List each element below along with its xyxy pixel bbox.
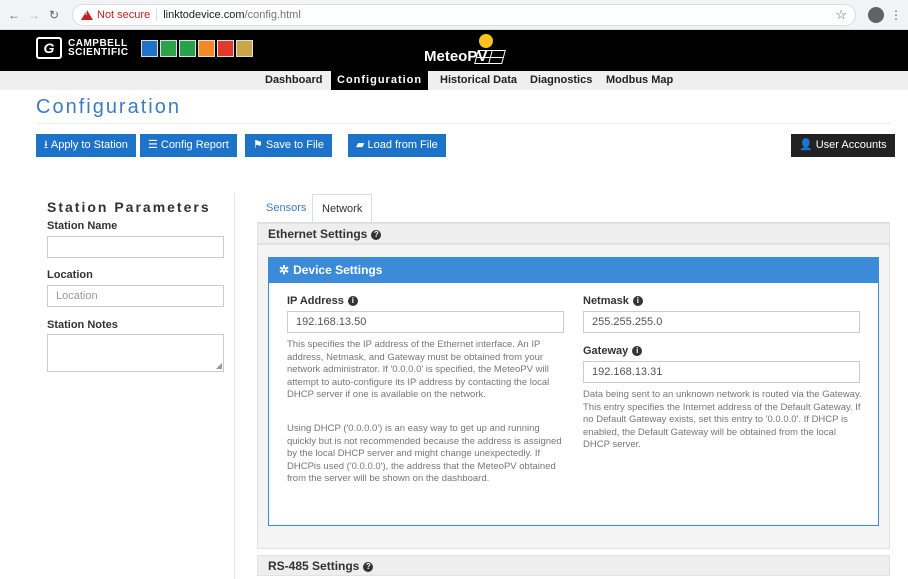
nav-tab-modbus-map[interactable]: Modbus Map bbox=[600, 71, 679, 90]
product-icon-6 bbox=[235, 39, 253, 57]
product-icon-4 bbox=[197, 39, 215, 57]
location-input[interactable]: Location bbox=[47, 285, 224, 307]
divider bbox=[36, 123, 891, 124]
main-nav: Dashboard Configuration Historical Data … bbox=[0, 71, 908, 90]
tab-sensors[interactable]: Sensors bbox=[257, 194, 315, 222]
security-label: Not secure bbox=[97, 8, 151, 21]
warning-icon bbox=[81, 9, 93, 20]
address-bar[interactable]: Not secure linktodevice.com/config.html … bbox=[72, 3, 856, 26]
product-icon-1 bbox=[140, 39, 158, 57]
apply-to-station-button[interactable]: ⭳ Apply to Station bbox=[36, 134, 136, 157]
folder-open-icon: ▰ bbox=[356, 139, 365, 151]
help-icon[interactable]: ? bbox=[363, 561, 374, 572]
campbell-scientific-logo: G CAMPBELL SCIENTIFIC bbox=[36, 37, 253, 59]
user-icon: 👤 bbox=[799, 139, 813, 151]
tab-network[interactable]: Network bbox=[312, 194, 373, 223]
url-text: linktodevice.com/config.html bbox=[163, 8, 301, 21]
nav-tab-dashboard[interactable]: Dashboard bbox=[259, 71, 328, 90]
ip-address-input[interactable]: 192.168.13.50 bbox=[287, 311, 564, 333]
help-icon[interactable]: i bbox=[347, 296, 358, 307]
product-icon-5 bbox=[216, 39, 234, 57]
gear-icon: ✲ bbox=[279, 263, 290, 277]
gateway-label: Gateway i bbox=[583, 345, 643, 357]
location-label: Location bbox=[47, 269, 93, 281]
nav-tab-diagnostics[interactable]: Diagnostics bbox=[524, 71, 598, 90]
download-icon: ⭳ bbox=[44, 139, 48, 151]
back-icon[interactable]: ← bbox=[6, 8, 22, 22]
forward-icon[interactable]: → bbox=[26, 8, 42, 22]
nav-tab-historical-data[interactable]: Historical Data bbox=[434, 71, 523, 90]
save-icon: ⚑ bbox=[253, 139, 263, 151]
device-settings-header: ✲ Device Settings bbox=[269, 258, 878, 283]
station-name-label: Station Name bbox=[47, 220, 118, 232]
station-notes-label: Station Notes bbox=[47, 319, 118, 331]
sun-icon bbox=[479, 34, 493, 48]
user-accounts-button[interactable]: 👤 User Accounts bbox=[791, 134, 895, 157]
gateway-help: Data being sent to an unknown network is… bbox=[583, 389, 862, 450]
page-title: Configuration bbox=[36, 96, 181, 118]
reload-icon[interactable]: ↻ bbox=[46, 8, 62, 22]
profile-icon[interactable] bbox=[868, 6, 884, 23]
nav-tab-configuration[interactable]: Configuration bbox=[331, 71, 429, 90]
list-icon: ☰ bbox=[148, 139, 158, 151]
station-notes-textarea[interactable]: ◢ bbox=[47, 334, 224, 372]
product-icon-3 bbox=[178, 39, 196, 57]
product-logo-text: MeteoPV bbox=[424, 48, 488, 65]
ip-address-help-2: Using DHCP ('0.0.0.0') is an easy way to… bbox=[287, 423, 562, 484]
ip-address-help-1: This specifies the IP address of the Eth… bbox=[287, 339, 550, 400]
product-icons bbox=[140, 39, 253, 57]
ip-address-label: IP Address i bbox=[287, 295, 358, 307]
load-from-file-button[interactable]: ▰ Load from File bbox=[348, 134, 446, 157]
resize-handle-icon[interactable]: ◢ bbox=[216, 361, 222, 370]
company-name: CAMPBELL SCIENTIFIC bbox=[68, 38, 129, 58]
product-icon-2 bbox=[159, 39, 177, 57]
help-icon[interactable]: i bbox=[632, 346, 643, 357]
station-parameters-title: Station Parameters bbox=[47, 199, 211, 215]
rs485-settings-header[interactable]: RS-485 Settings? bbox=[257, 555, 890, 576]
security-indicator[interactable]: Not secure bbox=[81, 8, 158, 21]
browser-toolbar: ← → ↻ Not secure linktodevice.com/config… bbox=[0, 0, 908, 30]
netmask-label: Netmask i bbox=[583, 295, 643, 307]
bookmark-star-icon[interactable]: ☆ bbox=[835, 7, 847, 23]
app-header: G CAMPBELL SCIENTIFIC MeteoPV bbox=[0, 30, 908, 71]
config-report-button[interactable]: ☰ Config Report bbox=[140, 134, 237, 157]
station-name-input[interactable] bbox=[47, 236, 224, 258]
gateway-input[interactable]: 192.168.13.31 bbox=[583, 361, 860, 383]
cs-logo-mark: G bbox=[36, 37, 62, 59]
browser-menu-icon[interactable]: ⋮ bbox=[890, 8, 902, 22]
column-divider bbox=[234, 193, 235, 579]
save-to-file-button[interactable]: ⚑ Save to File bbox=[245, 134, 332, 157]
help-icon[interactable]: i bbox=[632, 296, 643, 307]
ethernet-settings-header[interactable]: Ethernet Settings? bbox=[257, 223, 890, 244]
help-icon[interactable]: ? bbox=[371, 229, 382, 240]
netmask-input[interactable]: 255.255.255.0 bbox=[583, 311, 860, 333]
